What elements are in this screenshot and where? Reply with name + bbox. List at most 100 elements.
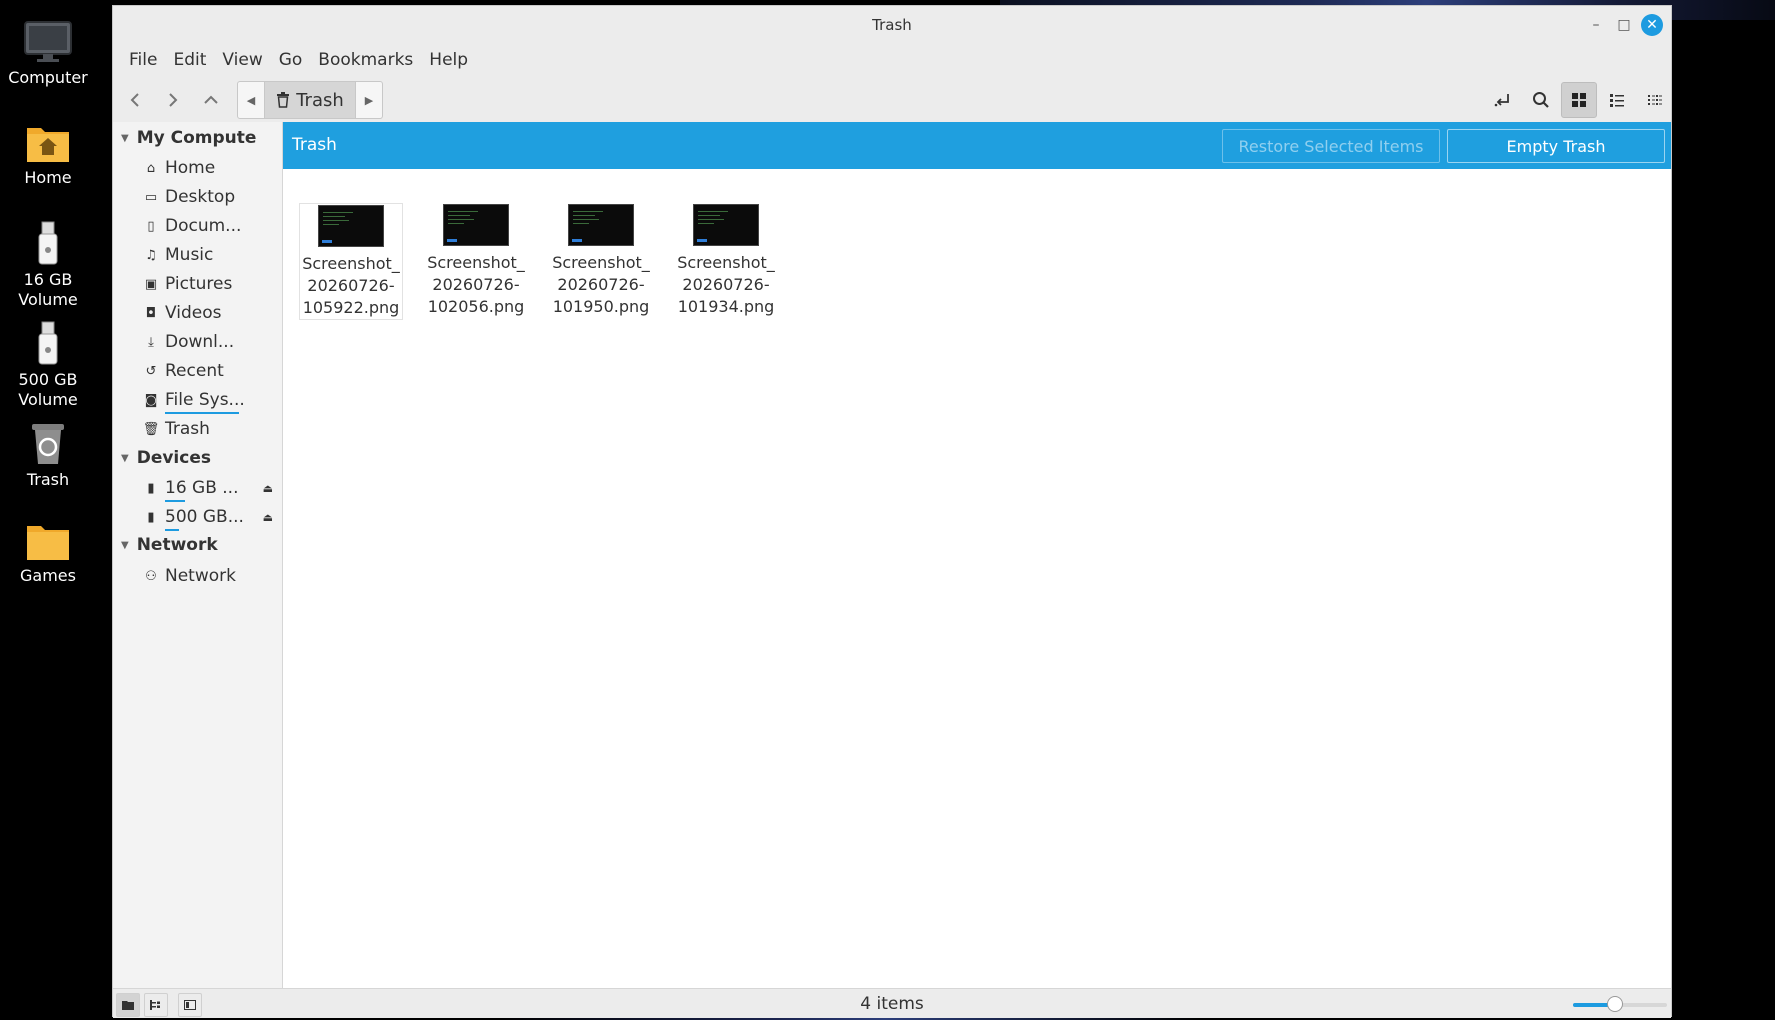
desktop-icon-home[interactable]: Home (0, 122, 96, 188)
toggle-sidebar-button[interactable] (178, 993, 202, 1017)
file-view[interactable]: Trash Restore Selected Items Empty Trash… (283, 122, 1671, 988)
sidebar-item-label: Trash (165, 419, 210, 439)
file-name-line: 20260726- (682, 275, 770, 294)
video-icon: ◘ (145, 305, 157, 321)
sidebar-item-music[interactable]: ♫ Music (141, 241, 277, 269)
menu-view[interactable]: View (214, 44, 270, 76)
folder-icon (27, 526, 69, 560)
file-name-line: 101934.png (677, 297, 775, 316)
compact-view-icon (1648, 95, 1662, 105)
search-icon (1533, 92, 1549, 108)
disk-usage-bar (165, 529, 179, 531)
sidebar-item-downloads[interactable]: ⤓ Downl... (141, 328, 277, 356)
download-icon: ⤓ (148, 334, 154, 350)
chevron-right-icon (169, 93, 178, 107)
maximize-button[interactable]: □ (1613, 14, 1635, 36)
sidebar-item-file-system[interactable]: ◙ File Sys... (141, 386, 277, 414)
desktop-icon-500gb-volume[interactable]: 500 GB Volume (0, 320, 96, 410)
window-titlebar[interactable]: Trash – □ ✕ (113, 6, 1671, 44)
breadcrumb-label: Trash (296, 89, 344, 111)
usb-drive-icon (38, 321, 58, 365)
sidebar-item-pictures[interactable]: ▣ Pictures (141, 270, 277, 298)
home-folder-icon (27, 128, 69, 162)
sidebar-item-videos[interactable]: ◘ Videos (141, 299, 277, 327)
expand-triangle-icon: ▼ (121, 539, 129, 551)
file-item[interactable]: Screenshot_ 20260726- 101950.png (549, 203, 653, 318)
picture-icon: ▣ (144, 276, 158, 292)
sidebar-item-home[interactable]: ⌂ Home (141, 154, 277, 182)
trash-infobar: Trash Restore Selected Items Empty Trash (283, 122, 1671, 169)
desktop-icon-label: 16 GB Volume (18, 270, 78, 309)
desktop-icon-computer[interactable]: Computer (0, 20, 96, 88)
sidebar-item-label: Music (165, 245, 214, 265)
usb-drive-icon: ▮ (147, 509, 155, 525)
file-manager-window: Trash – □ ✕ File Edit View Go Bookmarks … (112, 5, 1672, 1018)
eject-icon[interactable]: ⏏ (263, 482, 273, 495)
usb-drive-icon (38, 221, 58, 265)
restore-selected-button[interactable]: Restore Selected Items (1222, 129, 1440, 163)
zoom-slider[interactable] (1573, 996, 1667, 1012)
sidebar-section-my-computer[interactable]: ▼ My Compute (121, 125, 256, 151)
close-button[interactable]: ✕ (1641, 14, 1663, 36)
desktop-icon-16gb-volume[interactable]: 16 GB Volume (0, 220, 96, 310)
sidebar-section-devices[interactable]: ▼ Devices (121, 445, 211, 471)
sidebar-item-label: 500 GB... (165, 507, 244, 527)
file-item[interactable]: Screenshot_ 20260726- 102056.png (424, 203, 528, 318)
sidebar-item-recent[interactable]: ↺ Recent (141, 357, 277, 385)
pathbar-scroll-left[interactable]: ◀ (238, 82, 264, 118)
file-name-line: Screenshot_ (427, 253, 525, 272)
sidebar-item-label: Pictures (165, 274, 233, 294)
breadcrumb-trash[interactable]: Trash (264, 82, 356, 118)
menu-go[interactable]: Go (271, 44, 311, 76)
back-button[interactable] (119, 84, 151, 116)
menu-edit[interactable]: Edit (165, 44, 214, 76)
file-name-line: 20260726- (432, 275, 520, 294)
file-item[interactable]: Screenshot_ 20260726- 105922.png (299, 203, 403, 320)
up-button[interactable] (195, 84, 227, 116)
file-item[interactable]: Screenshot_ 20260726- 101934.png (674, 203, 778, 318)
sidebar-item-label: 16 GB ... (165, 478, 239, 498)
usb-drive-icon: ▮ (147, 480, 155, 496)
menu-help[interactable]: Help (421, 44, 476, 76)
location-toggle-button[interactable] (1485, 82, 1521, 118)
search-button[interactable] (1523, 82, 1559, 118)
show-treeview-button[interactable] (144, 993, 168, 1017)
icon-view-button[interactable] (1561, 82, 1597, 118)
sidebar-item-trash[interactable]: 🗑︎ Trash (141, 415, 277, 443)
desktop-icon-label: 500 GB Volume (18, 370, 78, 409)
sidebar-section-network[interactable]: ▼ Network (121, 532, 218, 558)
desktop-icon-label: Computer (8, 68, 88, 87)
sidebar-item-500gb-volume[interactable]: ▮ 500 GB... ⏏ (141, 503, 277, 531)
sidebar-item-documents[interactable]: ▯ Docum... (141, 212, 277, 240)
compact-view-button[interactable] (1637, 82, 1673, 118)
file-name-line: Screenshot_ (552, 253, 650, 272)
statusbar: 4 items (113, 988, 1671, 1018)
sidebar-item-network[interactable]: ⚇ Network (141, 562, 277, 590)
minimize-button[interactable]: – (1585, 14, 1607, 36)
toolbar: ◀ Trash ▶ (113, 78, 1671, 122)
desktop-icon-games[interactable]: Games (0, 522, 96, 586)
places-icon (122, 1001, 134, 1010)
sidebar-item-label: Videos (165, 303, 222, 323)
menu-file[interactable]: File (121, 44, 165, 76)
pathbar-scroll-right[interactable]: ▶ (356, 82, 382, 118)
eject-icon[interactable]: ⏏ (263, 511, 273, 524)
sidebar-item-16gb-volume[interactable]: ▮ 16 GB ... ⏏ (141, 474, 277, 502)
forward-button[interactable] (157, 84, 189, 116)
list-view-button[interactable] (1599, 82, 1635, 118)
empty-trash-button[interactable]: Empty Trash (1447, 129, 1665, 163)
desktop-icon-trash[interactable]: Trash (0, 420, 96, 490)
home-icon: ⌂ (146, 160, 156, 176)
tree-view-icon (150, 1000, 160, 1010)
menu-bookmarks[interactable]: Bookmarks (310, 44, 421, 76)
sidebar-item-desktop[interactable]: ▭ Desktop (141, 183, 277, 211)
show-places-button[interactable] (116, 993, 140, 1017)
expand-triangle-icon: ▼ (121, 452, 129, 464)
item-count: 4 items (860, 994, 924, 1014)
trash-icon (32, 424, 64, 464)
list-view-icon (1610, 94, 1624, 107)
disk-usage-bar (165, 500, 185, 502)
infobar-title: Trash (292, 135, 337, 155)
chevron-up-icon (204, 95, 218, 104)
sidebar-item-label: File Sys... (165, 390, 245, 410)
